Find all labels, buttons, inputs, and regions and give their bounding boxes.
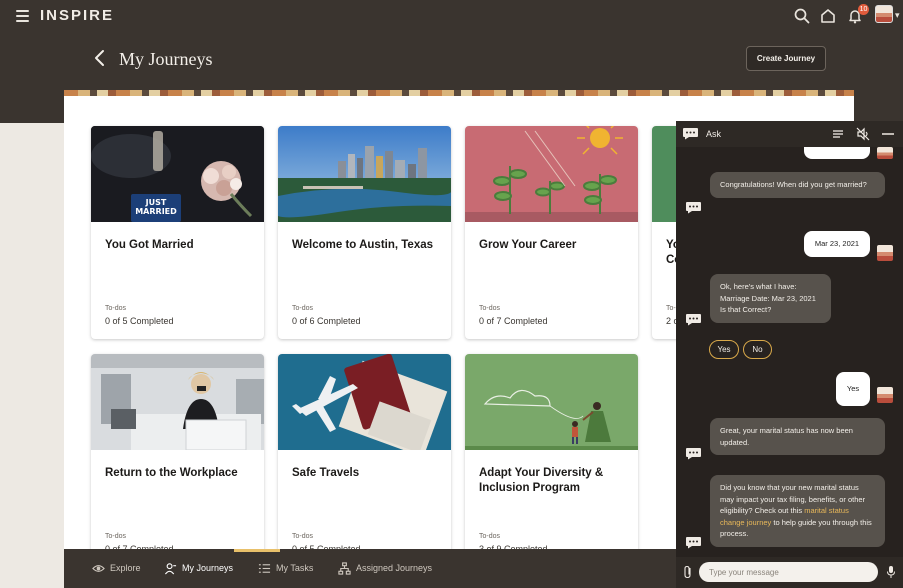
just-married-sign: JUST MARRIED [135, 198, 177, 216]
attachment-icon[interactable] [682, 565, 694, 579]
notifications-bell-icon[interactable]: 10 [846, 4, 869, 25]
menu-icon[interactable] [16, 10, 29, 22]
card-title: Grow Your Career [479, 239, 577, 251]
card-title: Adapt Your Diversity & Inclusion Program [479, 467, 604, 494]
card-image-office-worker [91, 354, 264, 450]
bot-bubble-icon [686, 537, 701, 549]
user-avatar-small [877, 387, 893, 403]
journey-card-return-workplace[interactable]: Return to the Workplace To-dos 0 of 7 Co… [91, 354, 264, 556]
chat-user-message: Yes [836, 372, 870, 406]
hierarchy-icon [338, 561, 351, 575]
card-image-austin-skyline [278, 126, 451, 222]
card-image-plants-sun [465, 126, 638, 222]
chat-bot-message: Congratulations! When did you get marrie… [710, 172, 885, 198]
card-title: Welcome to Austin, Texas [292, 239, 434, 251]
create-journey-button[interactable]: Create Journey [746, 46, 826, 71]
nav-item-assigned-journeys[interactable]: Assigned Journeys [338, 560, 432, 576]
tasks-icon [258, 563, 271, 573]
card-todo-label: To-dos [292, 533, 314, 540]
brand-logo: INSPIRE [40, 7, 115, 24]
journey-card-welcome-austin[interactable]: Welcome to Austin, Texas To-dos 0 of 6 C… [278, 126, 451, 339]
active-tab-indicator [234, 549, 280, 552]
home-icon[interactable] [819, 7, 837, 25]
nav-label: Assigned Journeys [356, 563, 433, 573]
journey-card-diversity-inclusion[interactable]: Adapt Your Diversity & Inclusion Program… [465, 354, 638, 556]
chat-input-row [676, 557, 903, 588]
chat-bot-tip-message: Did you know that your new marital statu… [710, 475, 885, 547]
journey-card-safe-travels[interactable]: Safe Travels To-dos 0 of 5 Completed [278, 354, 451, 556]
eye-icon [92, 564, 105, 572]
page-header: My Journeys Create Journey [0, 32, 903, 94]
card-progress: 0 of 5 Completed [105, 316, 174, 326]
chat-bot-confirm-message: Ok, here's what I have: Marriage Date: M… [710, 274, 831, 323]
ask-chat-panel: Ask Congratulations! When did you get ma… [676, 121, 903, 588]
nav-item-my-journeys[interactable]: My Journeys [164, 560, 233, 576]
confirm-line: Ok, here's what I have: [720, 282, 797, 291]
bottom-navigation: Explore My Journeys My Tasks Assigned Jo… [64, 549, 676, 588]
person-icon [164, 562, 177, 574]
card-todo-label: To-dos [292, 305, 314, 312]
card-image-kite-family [465, 354, 638, 450]
back-chevron-icon[interactable] [92, 48, 108, 68]
card-title: Safe Travels [292, 467, 360, 479]
mute-audio-icon[interactable] [856, 127, 870, 141]
journey-card-you-got-married[interactable]: JUST MARRIED You Got Married To-dos 0 of… [91, 126, 264, 339]
card-image-wedding-car: JUST MARRIED [91, 126, 264, 222]
card-title: Return to the Workplace [105, 467, 238, 479]
card-todo-label: To-dos [105, 305, 127, 312]
page-title: My Journeys [119, 49, 213, 69]
search-icon[interactable] [793, 7, 811, 25]
nav-item-my-tasks[interactable]: My Tasks [258, 560, 313, 576]
chevron-down-icon[interactable]: ▾ [895, 10, 900, 21]
user-avatar[interactable] [875, 5, 893, 23]
chat-bubble-icon [683, 128, 698, 140]
chat-title: Ask [706, 129, 722, 139]
chat-user-bubble-previous [804, 147, 870, 159]
bot-bubble-icon [686, 202, 701, 214]
notification-badge: 10 [858, 4, 869, 15]
user-avatar-small [877, 245, 893, 261]
card-image-travel [278, 354, 451, 450]
card-todo-label: To-dos [479, 533, 501, 540]
nav-label: My Tasks [276, 563, 314, 573]
nav-label: My Journeys [182, 563, 234, 573]
journey-card-grow-career[interactable]: Grow Your Career To-dos 0 of 7 Completed [465, 126, 638, 339]
card-progress: 0 of 6 Completed [292, 316, 361, 326]
quick-reply-yes[interactable]: Yes [709, 340, 739, 359]
bot-bubble-icon [686, 448, 701, 460]
card-title: You Got Married [105, 239, 194, 251]
nav-item-explore[interactable]: Explore [92, 560, 141, 576]
chat-bot-message: Great, your marital status has now been … [710, 418, 885, 455]
chat-message-input[interactable] [699, 562, 878, 582]
microphone-icon[interactable] [886, 565, 896, 579]
card-todo-label: To-dos [105, 533, 127, 540]
top-bar: INSPIRE 10 ▾ [0, 0, 903, 32]
confirm-line: Is that Correct? [720, 305, 772, 314]
bot-bubble-icon [686, 314, 701, 326]
quick-reply-no[interactable]: No [743, 340, 772, 359]
nav-label: Explore [110, 563, 141, 573]
list-icon[interactable] [831, 127, 845, 141]
user-avatar-small [877, 147, 893, 159]
chat-header: Ask [676, 121, 903, 147]
minimize-icon[interactable] [881, 127, 895, 141]
background-left [0, 123, 64, 588]
card-progress: 0 of 7 Completed [479, 316, 548, 326]
card-todo-label: To-dos [479, 305, 501, 312]
confirm-line: Marriage Date: Mar 23, 2021 [720, 293, 816, 303]
chat-user-message: Mar 23, 2021 [804, 231, 870, 257]
